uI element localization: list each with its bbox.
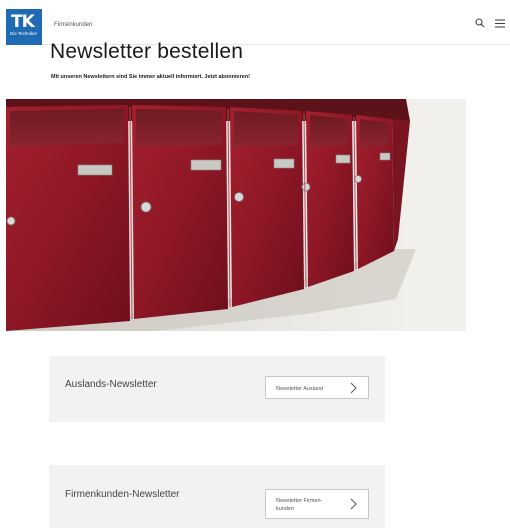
page-subtitle: Mit unseren Newslettern sind Sie immer a…	[51, 74, 250, 80]
newsletter-firmenkunden-button[interactable]: Newsletter Firmen-kunden	[265, 489, 369, 519]
tk-logo[interactable]: TK Die Techniker	[6, 9, 42, 45]
teaser-title: Auslands-Newsletter	[65, 379, 157, 390]
hero-image-mailboxes	[6, 99, 466, 331]
newsletter-ausland-button[interactable]: Newsletter Ausland	[265, 376, 369, 399]
page-frame: TK Die Techniker Firmenkunden Newsletter…	[6, 9, 510, 528]
chevron-right-icon	[350, 382, 357, 393]
teaser-title: Firmenkunden-Newsletter	[65, 489, 180, 500]
logo-subtext: Die Techniker	[10, 31, 38, 36]
teaser-firmenkunden-newsletter: Firmenkunden-Newsletter Newsletter Firme…	[49, 465, 385, 528]
search-icon[interactable]	[473, 18, 487, 32]
logo-text: TK	[11, 12, 35, 32]
nav-link-firmenkunden[interactable]: Firmenkunden	[54, 22, 92, 28]
button-label: Newsletter Firmen-kunden	[276, 498, 323, 512]
hamburger-menu-icon[interactable]	[493, 18, 507, 32]
page-title: Newsletter bestellen	[50, 40, 244, 63]
teaser-auslands-newsletter: Auslands-Newsletter Newsletter Ausland	[49, 356, 385, 422]
button-label: Newsletter Ausland	[276, 386, 324, 392]
chevron-right-icon	[350, 498, 357, 510]
